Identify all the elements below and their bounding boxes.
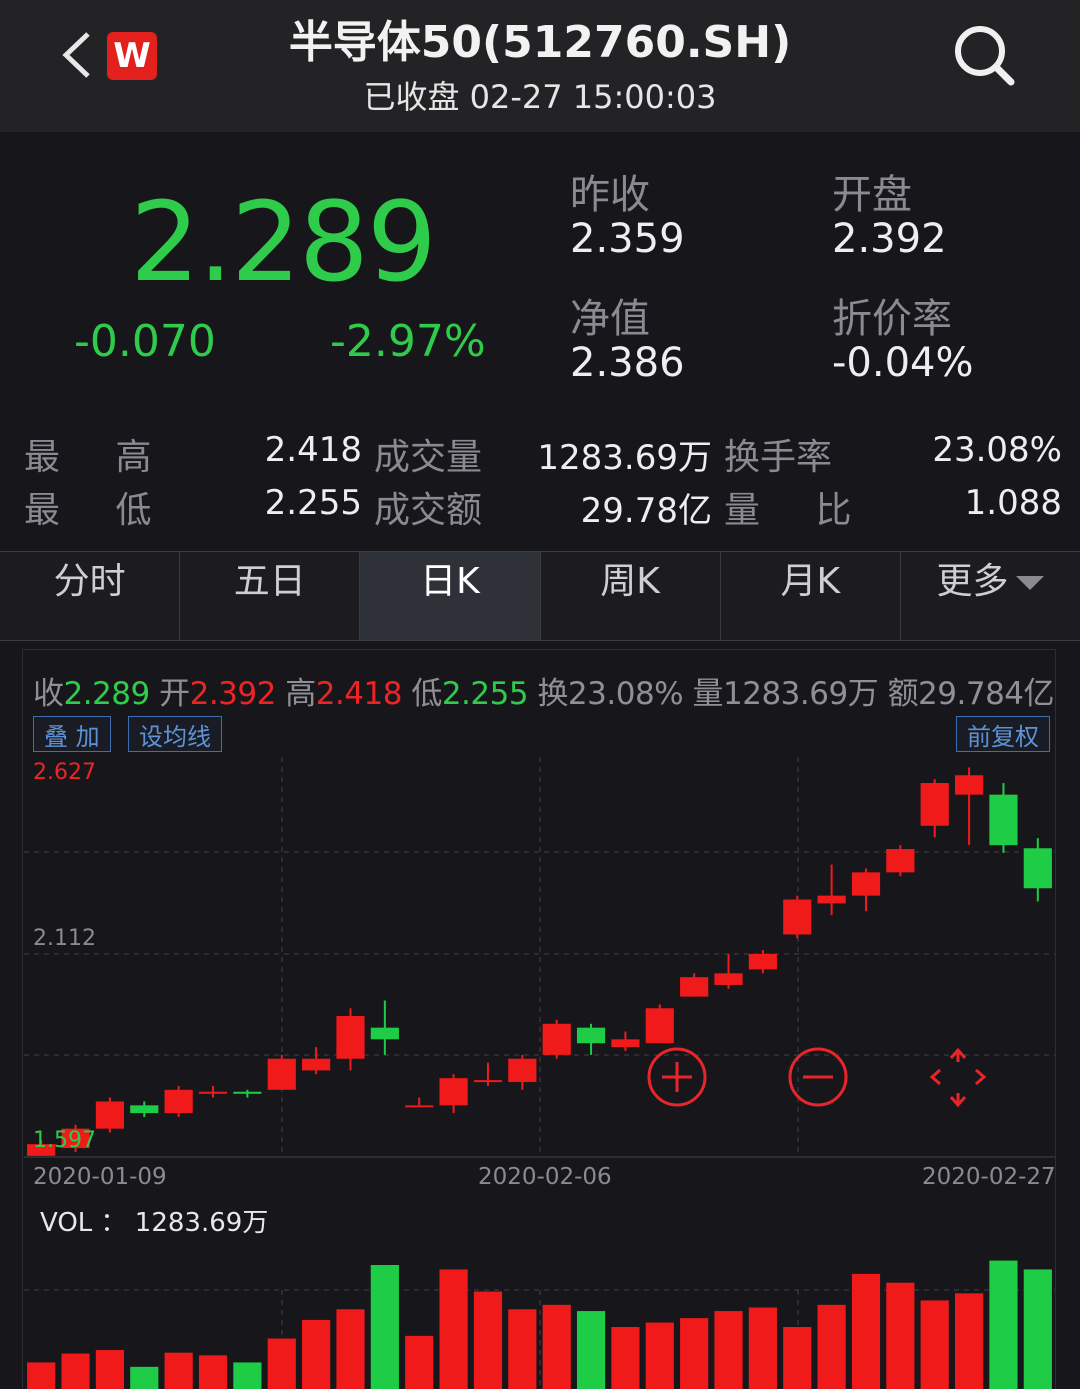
- candle-body: [954, 775, 984, 795]
- candle-body: [336, 1016, 365, 1059]
- candle-body: [920, 783, 949, 826]
- candle-body: [714, 973, 743, 985]
- volume-bar: [783, 1327, 812, 1389]
- volume-bar: [164, 1352, 193, 1389]
- volume-bar: [645, 1322, 674, 1389]
- volume-bar: [989, 1260, 1018, 1389]
- candle-body: [233, 1091, 262, 1094]
- candle-body: [851, 872, 881, 896]
- zoom-in-button[interactable]: [647, 1047, 707, 1107]
- volume-bar: [130, 1366, 159, 1389]
- candle-body: [95, 1101, 125, 1129]
- volume-bar: [748, 1307, 777, 1389]
- volume-indicator-label: VOL ： 1283.69万: [40, 1208, 269, 1238]
- volume-bar: [473, 1291, 503, 1389]
- volume-bar: [370, 1265, 399, 1389]
- volume-bar: [542, 1304, 571, 1389]
- volume-bar: [817, 1304, 846, 1389]
- candle-body: [473, 1080, 503, 1083]
- candle-body: [817, 895, 846, 904]
- volume-bar: [27, 1362, 56, 1389]
- candle-body: [1023, 848, 1052, 889]
- volume-bar: [267, 1338, 296, 1389]
- candle-body: [130, 1105, 159, 1114]
- candle-body: [680, 977, 709, 997]
- candle-body: [886, 849, 915, 873]
- volume-bar: [714, 1311, 743, 1389]
- candle-body: [576, 1027, 606, 1044]
- volume-bar: [576, 1311, 606, 1389]
- y-axis-min: 1.597: [33, 1128, 96, 1153]
- volume-bar: [680, 1318, 709, 1389]
- volume-bar: [61, 1353, 90, 1389]
- candle-body: [645, 1008, 674, 1044]
- y-axis-mid: 2.112: [33, 926, 96, 951]
- y-axis-max: 2.627: [33, 760, 96, 785]
- candle-body: [267, 1058, 296, 1090]
- date-mid: 2020-02-06: [478, 1164, 612, 1190]
- candle-body: [542, 1023, 571, 1055]
- candle-body: [508, 1058, 537, 1083]
- volume-bar: [886, 1282, 915, 1389]
- volume-bar: [1023, 1269, 1052, 1389]
- volume-bar: [439, 1269, 468, 1389]
- candle-body: [405, 1105, 434, 1108]
- fullscreen-move-icon[interactable]: [929, 1047, 987, 1108]
- volume-bar: [233, 1362, 262, 1389]
- candle-body: [198, 1091, 228, 1094]
- candle-body: [783, 899, 812, 935]
- volume-bar: [920, 1300, 949, 1389]
- date-end: 2020-02-27: [922, 1164, 1056, 1190]
- volume-bar: [851, 1273, 881, 1389]
- volume-bar: [405, 1335, 434, 1389]
- candle-body: [439, 1078, 468, 1106]
- candle-body: [164, 1089, 193, 1114]
- candle-body: [370, 1027, 399, 1040]
- volume-bar: [302, 1319, 331, 1389]
- volume-bar: [95, 1350, 125, 1389]
- volume-bar: [954, 1293, 984, 1389]
- volume-bar: [198, 1355, 228, 1389]
- volume-bar: [611, 1327, 640, 1389]
- candle-body: [611, 1039, 640, 1048]
- candle-body: [989, 794, 1018, 846]
- volume-bar: [508, 1309, 537, 1389]
- candle-body: [302, 1058, 331, 1071]
- candle-body: [748, 953, 777, 970]
- volume-bar: [336, 1309, 365, 1389]
- date-start: 2020-01-09: [33, 1164, 167, 1190]
